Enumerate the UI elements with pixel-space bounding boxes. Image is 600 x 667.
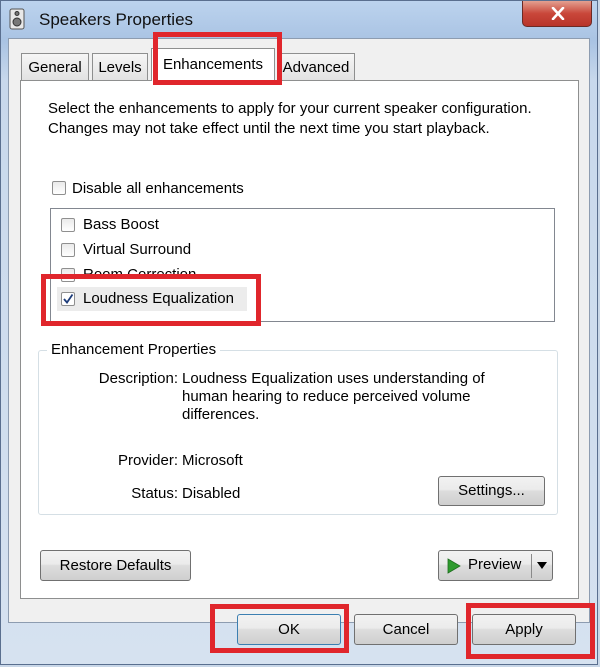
cancel-button[interactable]: Cancel	[354, 614, 458, 645]
preview-button[interactable]: Preview	[438, 550, 553, 581]
intro-text: Select the enhancements to apply for you…	[48, 100, 532, 137]
description-value: Loudness Equalization uses understanding…	[182, 370, 485, 423]
provider-label: Provider:	[117, 452, 178, 469]
ok-button[interactable]: OK	[237, 614, 341, 645]
room-correction-label: Room Correction	[83, 266, 197, 283]
dropdown-arrow-icon[interactable]	[537, 562, 547, 570]
enhancements-list[interactable]: Bass Boost Virtual Surround Room Correct…	[50, 208, 555, 322]
title-bar: Speakers Properties	[1, 1, 597, 41]
description-label: Description:	[98, 370, 178, 387]
status-label: Status:	[131, 485, 178, 502]
bass-boost-label: Bass Boost	[83, 216, 159, 233]
list-item-virtual-surround[interactable]: Virtual Surround	[51, 238, 554, 262]
loudness-equalization-checkbox[interactable]	[61, 292, 75, 306]
list-item-room-correction[interactable]: Room Correction	[51, 263, 554, 287]
restore-defaults-button[interactable]: Restore Defaults	[40, 550, 191, 581]
window-title: Speakers Properties	[39, 10, 194, 29]
tab-enhancements[interactable]: Enhancements	[151, 48, 275, 81]
checkmark-icon	[63, 293, 74, 304]
enhancements-panel	[20, 80, 579, 599]
disable-all-checkbox[interactable]	[52, 181, 66, 195]
status-value: Disabled	[182, 485, 241, 502]
apply-button[interactable]: Apply	[472, 614, 576, 645]
disable-all-label[interactable]: Disable all enhancements	[72, 180, 244, 197]
tab-levels[interactable]: Levels	[92, 53, 148, 80]
close-button[interactable]	[522, 1, 592, 27]
preview-label: Preview	[468, 556, 522, 573]
play-icon	[447, 558, 461, 574]
speaker-app-icon	[9, 8, 25, 30]
loudness-equalization-label: Loudness Equalization	[83, 290, 234, 307]
list-item-bass-boost[interactable]: Bass Boost	[51, 213, 554, 237]
bass-boost-checkbox[interactable]	[61, 218, 75, 232]
virtual-surround-label: Virtual Surround	[83, 241, 192, 258]
virtual-surround-checkbox[interactable]	[61, 243, 75, 257]
room-correction-checkbox[interactable]	[61, 268, 75, 282]
list-item-loudness-equalization[interactable]: Loudness Equalization	[51, 287, 554, 311]
close-icon	[551, 7, 565, 20]
tab-general[interactable]: General	[21, 53, 89, 80]
enhancement-properties-legend: Enhancement Properties	[47, 341, 221, 358]
provider-value: Microsoft	[182, 452, 243, 469]
tab-advanced[interactable]: Advanced	[277, 53, 355, 80]
settings-button[interactable]: Settings...	[438, 476, 545, 506]
